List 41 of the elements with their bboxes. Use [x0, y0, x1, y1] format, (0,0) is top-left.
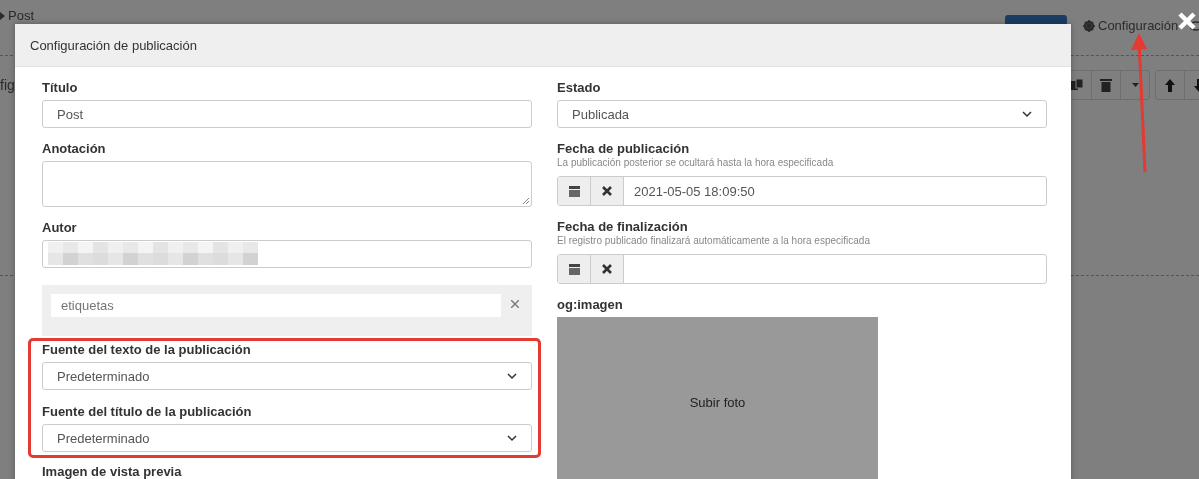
text-field[interactable]: Post	[42, 100, 532, 128]
field-label: og:imagen	[557, 297, 624, 313]
date-field[interactable]: 2021-05-05 18:09:50	[557, 176, 1047, 206]
field-label: Autor	[42, 220, 78, 236]
close-icon[interactable]	[602, 186, 612, 196]
breadcrumb-item[interactable]: Post	[8, 8, 34, 23]
settings-link[interactable]: Configuración	[1098, 18, 1179, 33]
caret-icon	[0, 11, 5, 20]
select-field[interactable]: Predeterminado	[42, 362, 532, 390]
select-field[interactable]: Predeterminado	[42, 424, 532, 452]
select-field[interactable]: Publicada	[557, 100, 1047, 128]
copy-icon[interactable]	[1070, 78, 1084, 92]
trash-icon[interactable]	[1100, 78, 1112, 92]
eye-icon[interactable]	[1190, 20, 1199, 32]
text-field[interactable]	[42, 240, 532, 268]
tags-field[interactable]: etiquetas	[51, 294, 501, 317]
field-label: Fuente del título de la publicación	[42, 404, 253, 420]
calendar-icon[interactable]	[568, 263, 580, 275]
field-label: Estado	[557, 80, 602, 96]
gear-icon[interactable]	[1083, 19, 1095, 32]
chevron-icon	[507, 372, 517, 380]
calendar-icon[interactable]	[568, 185, 580, 197]
textarea-field[interactable]	[42, 161, 532, 207]
chevron-icon	[507, 434, 517, 442]
field-label: Fuente del texto de la publicación	[42, 342, 252, 358]
field-label: Fecha de publicación	[557, 141, 691, 157]
chevron-icon	[1022, 110, 1032, 118]
field-label: Imagen de vista previa	[42, 464, 183, 479]
date-field[interactable]	[557, 254, 1047, 284]
dialog-title: Configuración de publicación	[30, 37, 197, 53]
close-icon[interactable]	[602, 264, 612, 274]
caret-icon[interactable]	[1131, 83, 1139, 87]
field-hint: El registro publicado finalizará automáticamente a la hora especificada	[557, 235, 871, 247]
field-label: Anotación	[42, 141, 107, 157]
field-hint: La publicación posterior se ocultará hasta la hora especificada	[557, 157, 835, 169]
field-label: Fecha de finalización	[557, 219, 689, 235]
resize-grip-icon[interactable]	[522, 197, 530, 205]
page-text: fig	[0, 77, 15, 93]
field-label: Título	[42, 80, 79, 96]
upload-photo-area[interactable]: Subir foto	[557, 317, 878, 479]
arrow-up-icon[interactable]	[1165, 78, 1175, 92]
